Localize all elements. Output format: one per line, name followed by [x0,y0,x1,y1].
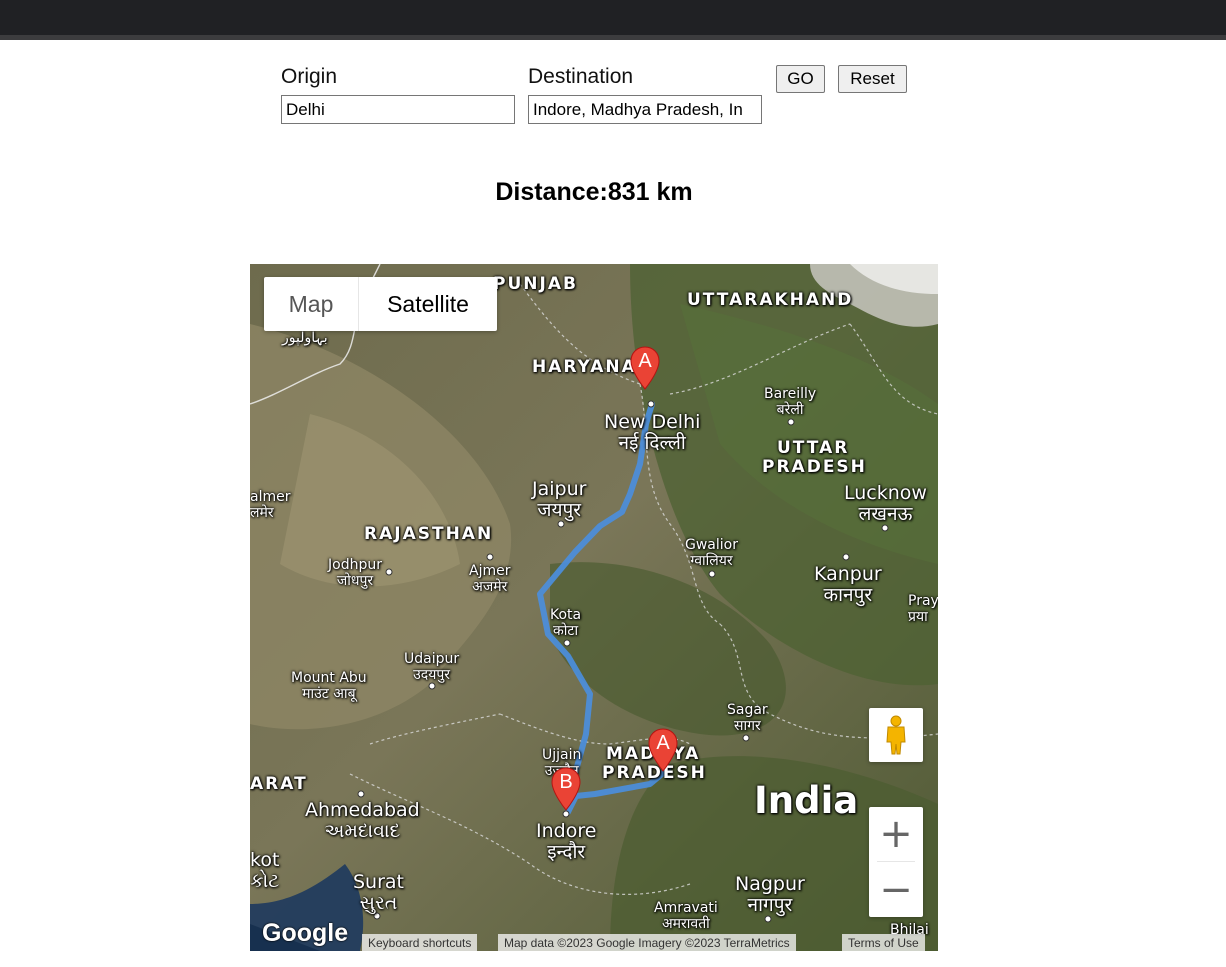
map-label-jodhpur: Jodhpur जोधपुर [328,557,382,589]
browser-top-bar-edge [0,35,1226,40]
map-label-surat: Surat સુરત [353,871,405,914]
map-label-nagpur: Nagpur नागपुर [735,873,805,916]
marker-a-delhi[interactable]: A [630,346,660,390]
map-label-ahmedabad: Ahmedabad અમદાવાદ [305,799,420,842]
map-label-bareilly: Bareilly बरेली [764,386,817,418]
reset-button[interactable]: Reset [838,65,907,93]
map-type-map-button[interactable]: Map [264,277,359,331]
map-label-kanpur: Kanpur कानपुर [814,563,882,606]
marker-b-indore[interactable]: B [551,767,581,811]
map-label-rajasthan: RAJASTHAN [364,524,494,544]
map-type-satellite-button[interactable]: Satellite [359,277,497,331]
map-label-uttarakhand: UTTARAKHAND [687,290,854,310]
zoom-divider [877,861,915,862]
origin-label: Origin [281,65,338,88]
map-label-lucknow: Lucknow लखनऊ [844,482,927,525]
map-label-amravati: Amravati अमरावती [654,900,718,932]
keyboard-shortcuts-link[interactable]: Keyboard shortcuts [362,934,478,951]
map-label-jaipur: Jaipur जयपुर [532,478,587,521]
map-label-mount-abu: Mount Abu माउंट आबू [291,670,367,702]
browser-top-bar [0,0,1226,35]
zoom-control: + − [869,807,923,917]
map-view[interactable]: PUNJAB UTTARAKHAND HARYANA UTTAR PRADESH… [250,264,938,951]
map-label-barmer: almer लमेर [250,489,291,521]
zoom-in-button[interactable]: + [869,807,923,861]
map-label-punjab: PUNJAB [493,274,578,294]
map-label-kota: Kota कोटा [550,607,582,639]
map-label-rajkot: kot કોટ [250,849,280,892]
origin-input[interactable]: Delhi [281,95,515,124]
terms-of-use-link[interactable]: Terms of Use [842,934,925,951]
marker-a-madhya-pradesh[interactable]: A [648,728,678,772]
map-label-bahawalpur: بہاولپور [282,330,328,346]
destination-label: Destination [528,65,634,88]
map-label-prayagraj: Pray प्रया [908,593,938,625]
map-data-attribution: Map data ©2023 Google Imagery ©2023 Terr… [498,934,796,951]
map-label-uttar: UTTAR [777,438,850,458]
pegman-icon [886,715,906,755]
destination-input[interactable]: Indore, Madhya Pradesh, In [528,95,762,124]
map-label-gwalior: Gwalior ग्वालियर [685,537,738,569]
distance-result: Distance:831 km [495,178,693,206]
map-label-ajmer: Ajmer अजमेर [469,563,511,595]
street-view-button[interactable] [869,708,923,762]
map-label-gujarat: ARAT [250,774,308,794]
map-label-pradesh-up: PRADESH [762,457,867,477]
google-logo[interactable]: Google [262,919,348,948]
map-label-new-delhi: New Delhi नई दिल्ली [604,411,701,454]
map-label-india: India [754,779,859,822]
map-label-udaipur: Udaipur उदयपुर [404,651,460,683]
go-button[interactable]: GO [776,65,825,93]
zoom-out-button[interactable]: − [869,863,923,917]
map-label-haryana: HARYANA [532,357,637,377]
map-label-indore: Indore इन्दौर [536,820,597,863]
map-type-control: Map Satellite [264,277,497,331]
map-label-sagar: Sagar सागर [727,702,768,734]
